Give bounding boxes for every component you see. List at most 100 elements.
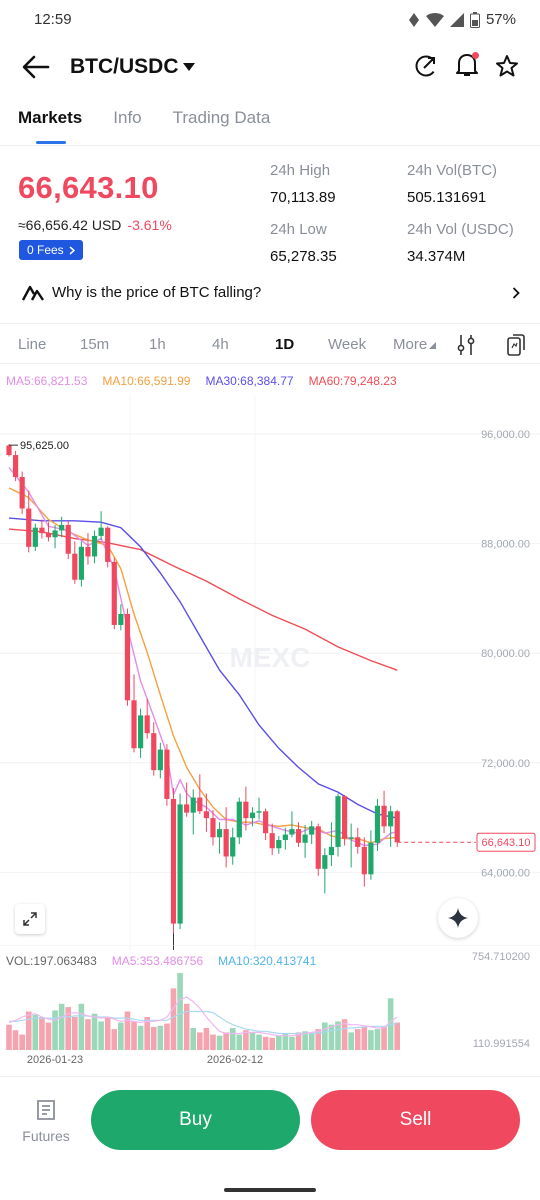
indicator-settings-icon[interactable]: [456, 334, 476, 356]
ma5-value: MA5:66,821.53: [6, 374, 88, 388]
candle-body: [184, 804, 190, 813]
star-icon[interactable]: [495, 54, 519, 78]
notification-bell[interactable]: [455, 52, 479, 83]
candle-body: [91, 535, 98, 557]
vol-usdc-label: 24h Vol (USDC): [407, 221, 514, 238]
candle-body: [243, 801, 249, 819]
status-icons: 57%: [408, 11, 516, 28]
fullscreen-button[interactable]: [15, 904, 45, 934]
candle-body: [295, 829, 302, 843]
divider: [0, 145, 540, 146]
candle-body: [45, 533, 52, 538]
volume-bar: [348, 1032, 354, 1050]
tab-info[interactable]: Info: [113, 108, 141, 128]
candle-body: [289, 829, 295, 835]
change-percent: -3.61%: [127, 217, 172, 233]
interval-line[interactable]: Line: [18, 336, 46, 353]
usd-equivalent: ≈66,656.42 USD: [18, 217, 122, 233]
high-label: 24h High: [270, 162, 331, 179]
volume-bar: [275, 1035, 282, 1050]
candle-body: [322, 855, 328, 869]
candle-body: [263, 811, 269, 834]
interval-more-label: More: [393, 336, 428, 353]
tab-markets[interactable]: Markets: [18, 108, 82, 144]
candle-body: [328, 846, 335, 856]
ma-legend: MA5:66,821.53 MA10:66,591.99 MA30:68,384…: [6, 374, 397, 388]
volume-bar: [256, 1034, 262, 1050]
x-axis-date-label: 2026-02-12: [207, 1054, 263, 1066]
interval-more[interactable]: More: [393, 336, 437, 353]
vibrate-icon: [408, 12, 419, 27]
price-insight-row[interactable]: Why is the price of BTC falling?: [22, 284, 520, 301]
status-time: 12:59: [34, 11, 72, 28]
volume-bar: [216, 1035, 223, 1050]
ma30-value: MA30:68,384.77: [205, 374, 294, 388]
share-icon[interactable]: [414, 54, 438, 78]
sell-button[interactable]: Sell: [311, 1090, 520, 1150]
interval-15m[interactable]: 15m: [80, 336, 109, 353]
candle-body: [52, 530, 58, 538]
candle-body: [216, 829, 223, 838]
drawing-tool-button[interactable]: [438, 898, 478, 938]
back-arrow-icon[interactable]: [22, 55, 50, 79]
candle-body: [381, 805, 387, 827]
y-axis-tick-label: 64,000.00: [481, 867, 530, 879]
volume-bar: [374, 1029, 381, 1050]
candle-body: [348, 837, 354, 839]
caret-down-icon: [429, 342, 437, 349]
ai-logo-icon: [22, 285, 44, 301]
candle-body: [230, 837, 236, 857]
interval-4h[interactable]: 4h: [212, 336, 229, 353]
volume-bar: [19, 1034, 25, 1050]
volume-bar: [183, 1003, 190, 1050]
fees-badge[interactable]: 0 Fees: [19, 240, 83, 260]
volume-bar: [197, 1032, 203, 1050]
volume-chart[interactable]: 754.710200 110.991554 2026-01-23 2026-02-12: [0, 945, 540, 1073]
volume-bar: [170, 988, 177, 1050]
interval-1h[interactable]: 1h: [149, 336, 166, 353]
y-axis-tick-label: 80,000.00: [481, 648, 530, 660]
volume-bar: [85, 1019, 91, 1050]
divider: [0, 323, 540, 324]
header-bar: BTC/USDC: [0, 44, 540, 90]
candle-body: [78, 546, 84, 580]
candle-body: [144, 715, 150, 734]
high-value: 70,113.89: [270, 189, 336, 206]
futures-label: Futures: [22, 1128, 70, 1144]
candle-body: [131, 700, 137, 749]
low-label: 24h Low: [270, 221, 327, 238]
wifi-icon: [425, 12, 444, 27]
candle-body: [197, 797, 203, 812]
candlestick-chart[interactable]: 96,000.00 88,000.00 80,000.00 72,000.00 64,0…: [0, 395, 540, 950]
volume-bar: [131, 1021, 137, 1050]
candle-body: [151, 733, 157, 771]
expand-icon: [23, 912, 37, 926]
chart-mode-icon[interactable]: [506, 333, 526, 357]
interval-week[interactable]: Week: [328, 336, 366, 353]
futures-button[interactable]: Futures: [18, 1098, 74, 1144]
candle-body: [269, 833, 275, 849]
volume-bar: [381, 1026, 387, 1050]
candle-body: [124, 613, 131, 701]
candle-body: [98, 527, 104, 536]
volume-bar: [91, 1013, 98, 1050]
interval-1d[interactable]: 1D: [275, 336, 294, 353]
volume-bar: [229, 1028, 236, 1050]
candle-body: [256, 811, 262, 813]
volume-max-label: 754.710200: [472, 951, 530, 963]
candle-body: [32, 527, 38, 547]
insight-text: Why is the price of BTC falling?: [52, 284, 262, 301]
tab-trading-data[interactable]: Trading Data: [173, 108, 271, 128]
candle-body: [210, 818, 216, 838]
volume-bar: [137, 1025, 144, 1050]
volume-bar: [223, 1032, 229, 1050]
ma5-line: [8, 466, 398, 847]
candle-body: [19, 476, 25, 509]
candle-body: [39, 527, 45, 534]
volume-bar: [236, 1034, 243, 1050]
buy-button[interactable]: Buy: [91, 1090, 300, 1150]
candle-body: [26, 508, 32, 547]
volume-bar: [111, 1029, 118, 1050]
pair-selector[interactable]: BTC/USDC: [70, 55, 195, 79]
volume-bar: [394, 1022, 401, 1050]
